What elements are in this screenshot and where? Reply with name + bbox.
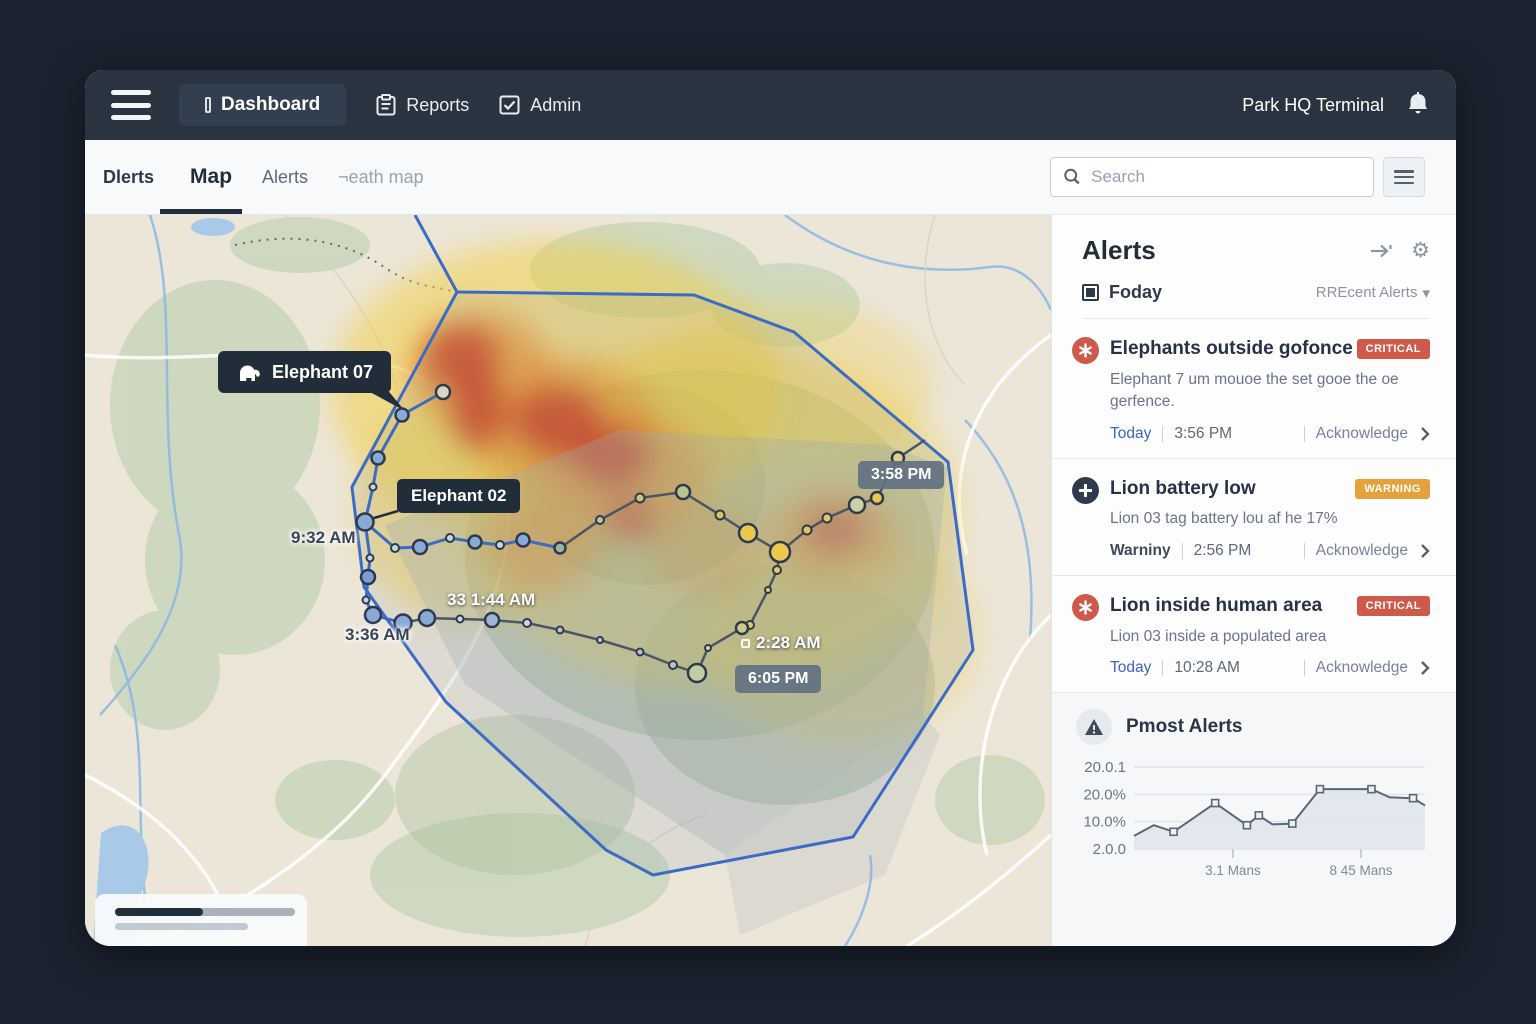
dashboard-icon xyxy=(205,97,211,113)
caret-down-icon: ▾ xyxy=(1422,284,1430,302)
scrubber-secondary-bar xyxy=(115,923,248,930)
scrubber-progress[interactable] xyxy=(115,908,203,916)
critical-alert-icon xyxy=(1072,337,1099,364)
active-tab-underline xyxy=(160,209,242,214)
svg-text:8 45 Mans: 8 45 Mans xyxy=(1329,863,1392,878)
chart-title: Pmost Alerts xyxy=(1126,716,1243,738)
alert-item[interactable]: Elephants outside gofonce CRITICAL Eleph… xyxy=(1052,319,1456,459)
search-input[interactable] xyxy=(1091,167,1361,187)
top-nav: Dashboard Reports Admin Park HQ Terminal xyxy=(85,70,1456,140)
elephant-icon xyxy=(236,361,262,383)
tab-dlerts[interactable]: Dlerts xyxy=(103,167,154,188)
critical-alert-icon xyxy=(1072,594,1099,621)
alert-description: Lion 03 inside a populated area xyxy=(1110,626,1410,648)
time-label-932am: 9:32 AM xyxy=(291,528,356,548)
alert-title: Elephants outside gofonce xyxy=(1110,337,1353,361)
timeline-scrubber[interactable] xyxy=(95,894,307,946)
time-label-144am: 33 1:44 AM xyxy=(447,590,535,610)
gear-icon[interactable]: ⚙ xyxy=(1411,240,1430,261)
svg-text:20.0%: 20.0% xyxy=(1083,786,1126,803)
time-chip-358pm[interactable]: 3:58 PM xyxy=(858,461,944,489)
severity-badge: WARNING xyxy=(1355,479,1430,499)
alert-day[interactable]: Today xyxy=(1110,425,1151,443)
bell-icon[interactable] xyxy=(1406,92,1430,118)
nav-tab-admin[interactable]: Admin xyxy=(499,95,581,116)
warning-triangle-icon xyxy=(1076,709,1112,745)
terminal-label: Park HQ Terminal xyxy=(1242,95,1384,116)
nav-tab-dashboard[interactable]: Dashboard xyxy=(179,84,346,126)
menu-lines-icon xyxy=(1394,170,1414,184)
acknowledge-button[interactable]: Acknowledge xyxy=(1316,425,1430,443)
tab-heath-map[interactable]: ¬eath map xyxy=(338,167,424,188)
chevron-right-icon xyxy=(1420,426,1430,442)
time-label-228am: 2:28 AM xyxy=(741,633,821,653)
time-label-336am: 3:36 AM xyxy=(345,625,410,645)
svg-text:2.0.0: 2.0.0 xyxy=(1093,841,1126,858)
alert-title: Lion inside human area xyxy=(1110,594,1322,618)
svg-text:20.0.1: 20.0.1 xyxy=(1084,759,1126,776)
tracker-label: Elephant 07 xyxy=(272,362,373,383)
menu-icon[interactable] xyxy=(111,90,151,120)
time-chip-605pm[interactable]: 6:05 PM xyxy=(735,665,821,693)
svg-text:10.0%: 10.0% xyxy=(1083,814,1126,831)
search-box xyxy=(1050,157,1374,197)
clipboard-icon xyxy=(376,94,396,116)
waypoint-icon xyxy=(741,639,750,648)
acknowledge-button[interactable]: Acknowledge xyxy=(1316,542,1430,560)
tab-alerts[interactable]: Alerts xyxy=(262,167,308,188)
alert-time: 3:56 PM xyxy=(1174,425,1232,443)
severity-badge: CRITICAL xyxy=(1357,339,1430,359)
sub-nav: Dlerts Map Alerts ¬eath map xyxy=(85,140,1456,215)
severity-badge: CRITICAL xyxy=(1357,596,1430,616)
alerts-trend-chart: 20.0.1 20.0% 10.0% 2.0.0 3.1 Mans 8 45 Mans xyxy=(1076,753,1433,899)
nav-tab-label: Reports xyxy=(406,95,469,116)
alert-item[interactable]: Lion battery low WARNING Lion 03 tag bat… xyxy=(1052,459,1456,576)
alert-time: 2:56 PM xyxy=(1194,542,1252,560)
search-icon xyxy=(1063,167,1081,187)
pond-shape xyxy=(191,218,235,236)
alert-description: Lion 03 tag battery lou af he 17% xyxy=(1110,508,1410,530)
scrubber-track[interactable] xyxy=(115,908,295,916)
svg-text:3.1 Mans: 3.1 Mans xyxy=(1205,863,1261,878)
chevron-right-icon xyxy=(1420,660,1430,676)
admin-icon xyxy=(499,95,520,115)
app-window: Dashboard Reports Admin Park HQ Terminal xyxy=(85,70,1456,946)
sort-dropdown[interactable]: RREcent Alerts ▾ xyxy=(1316,284,1430,302)
map-canvas[interactable]: Elephant 07 Elephant 02 3:58 PM 6:05 PM … xyxy=(85,215,1051,946)
alert-description: Elephant 7 um mouoe the set gooe the oe … xyxy=(1110,369,1410,414)
calendar-icon xyxy=(1082,284,1099,301)
warning-alert-icon xyxy=(1072,477,1099,504)
tab-map[interactable]: Map xyxy=(190,165,232,189)
acknowledge-button[interactable]: Acknowledge xyxy=(1316,659,1430,677)
chevron-right-icon xyxy=(1420,543,1430,559)
search-menu-button[interactable] xyxy=(1383,157,1425,197)
nav-tab-reports[interactable]: Reports xyxy=(376,94,469,116)
map-base-layer xyxy=(85,215,1051,946)
alert-day: Warniny xyxy=(1110,542,1171,560)
alerts-panel: Alerts ⚙ Foday RREcent Alerts xyxy=(1051,215,1456,946)
panel-title: Alerts xyxy=(1082,235,1156,266)
alert-time: 10:28 AM xyxy=(1174,659,1240,677)
elephant02-tooltip[interactable]: Elephant 02 xyxy=(397,479,520,513)
collapse-panel-icon[interactable] xyxy=(1369,242,1393,260)
nav-tab-label: Dashboard xyxy=(221,94,320,116)
alert-day[interactable]: Today xyxy=(1110,659,1151,677)
elephant07-tooltip[interactable]: Elephant 07 xyxy=(218,351,391,393)
nav-tab-label: Admin xyxy=(530,95,581,116)
date-filter[interactable]: Foday xyxy=(1109,282,1162,303)
alert-title: Lion battery low xyxy=(1110,477,1256,501)
alert-item[interactable]: Lion inside human area CRITICAL Lion 03 … xyxy=(1052,576,1456,693)
alerts-trend-section: Pmost Alerts 20.0.1 20.0% 10.0% 2.0.0 3.1 Ma… xyxy=(1052,693,1456,946)
tracker-label: Elephant 02 xyxy=(411,486,506,506)
